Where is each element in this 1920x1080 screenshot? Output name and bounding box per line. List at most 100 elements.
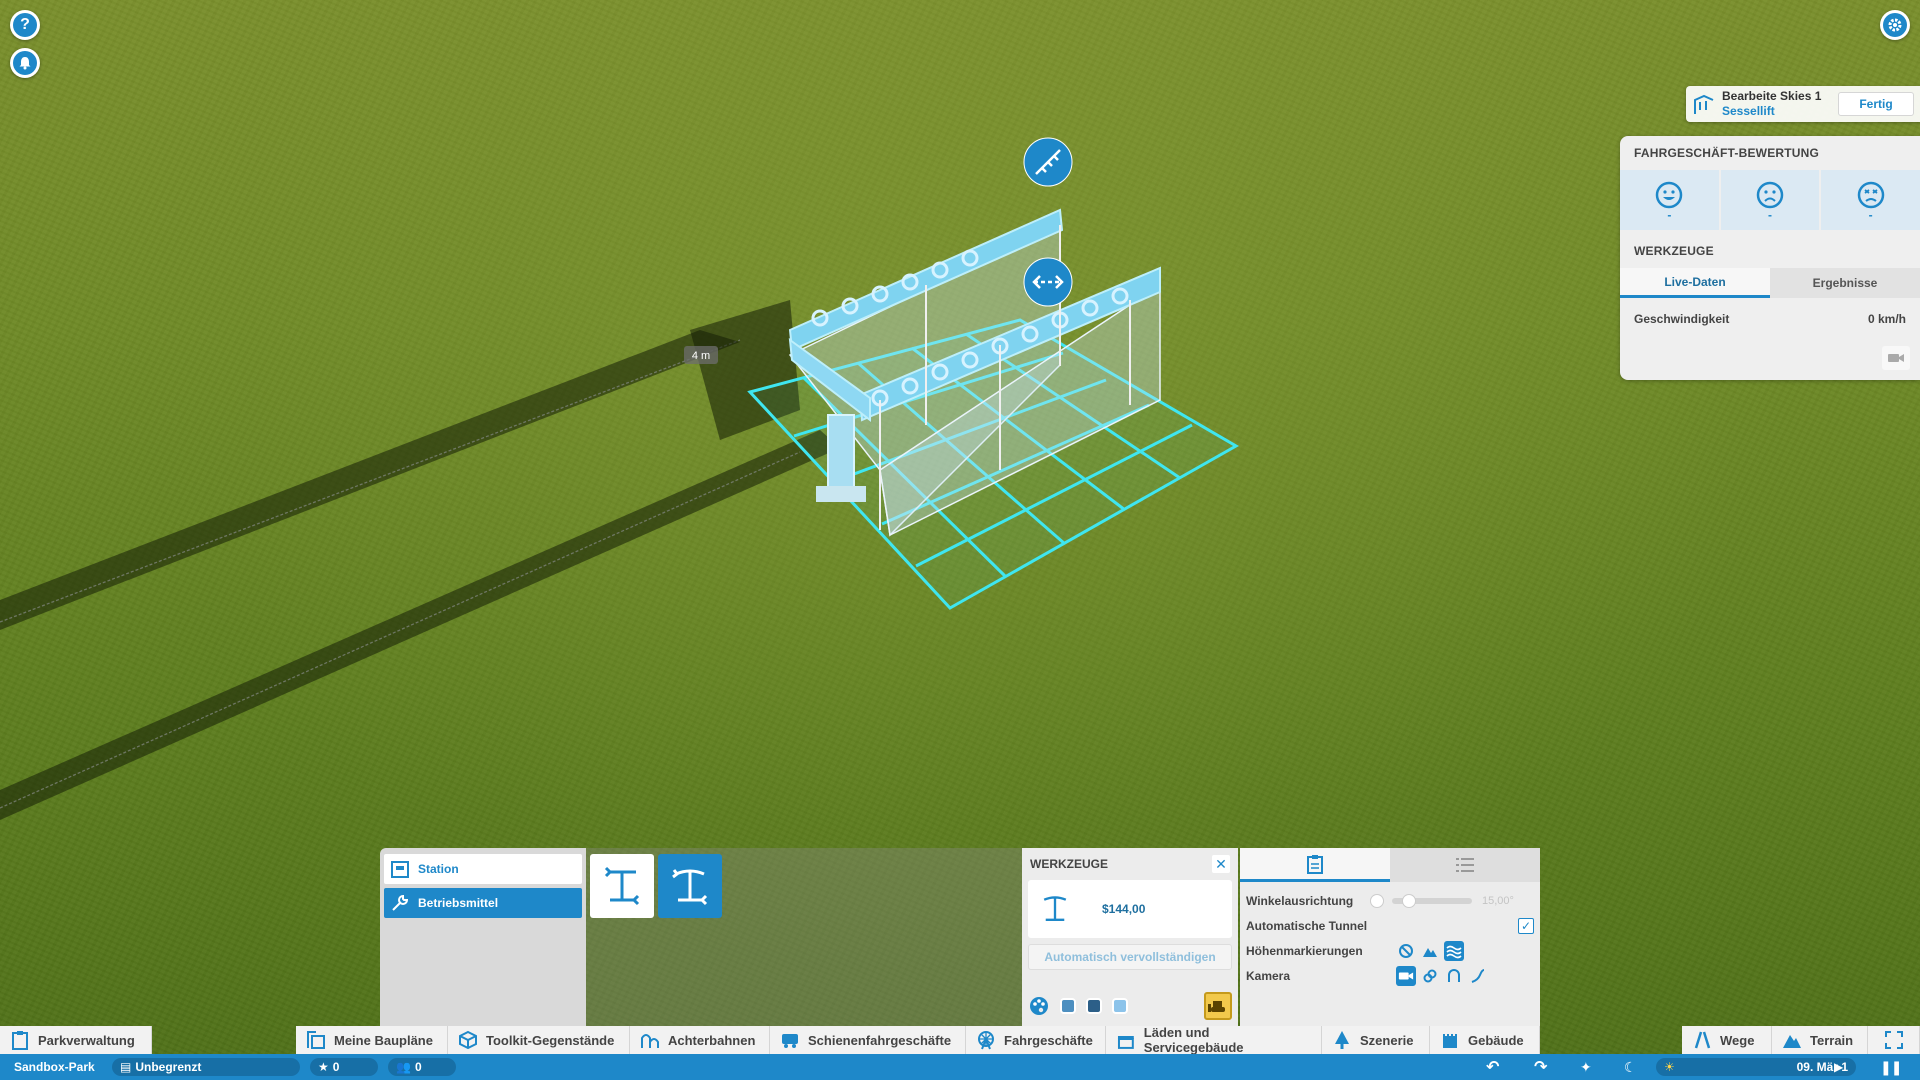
redo-icon[interactable]: ↷ <box>1534 1054 1547 1080</box>
guest-count-display[interactable]: 👥 0 <box>388 1058 456 1076</box>
autocomplete-button[interactable]: Automatisch vervollständigen <box>1028 944 1232 970</box>
sun-icon: ☀ <box>1664 1060 1675 1074</box>
done-button[interactable]: Fertig <box>1838 92 1914 116</box>
bulldozer-icon <box>1208 1001 1225 1012</box>
edit-ride-box: Bearbeite Skies 1 Sessellift Fertig <box>1686 86 1920 122</box>
money-display[interactable]: ▤ Unbegrenzt <box>112 1058 300 1076</box>
bulldozer-button[interactable] <box>1204 992 1232 1020</box>
park-rating-display[interactable]: ★ 0 <box>310 1058 378 1076</box>
clipboard-icon <box>12 1031 28 1050</box>
ride-camera-button[interactable] <box>1882 346 1910 370</box>
auto-tunnel-checkbox[interactable]: ✓ <box>1518 917 1534 934</box>
sparkle-icon[interactable]: ✦ <box>1580 1054 1592 1080</box>
nav-rides[interactable]: Fahrgeschäfte <box>966 1026 1106 1054</box>
tree-icon <box>1335 1031 1349 1049</box>
move-handle[interactable] <box>1023 257 1073 307</box>
undo-icon[interactable]: ↶ <box>1486 1054 1499 1080</box>
camera-track-button[interactable] <box>1468 966 1488 986</box>
play-icon[interactable]: ▶ <box>1834 1054 1843 1080</box>
nav-terrain[interactable]: Terrain <box>1772 1026 1868 1054</box>
tab-list[interactable] <box>1390 848 1540 882</box>
nav-coasters[interactable]: Achterbahnen <box>630 1026 770 1054</box>
height-markers-terrain-button[interactable] <box>1420 941 1440 961</box>
loop-icon <box>1448 968 1460 982</box>
wrench-icon <box>392 894 409 911</box>
angle-label: Winkelausrichtung <box>1246 893 1354 908</box>
pylon-curved-icon <box>672 869 708 906</box>
piece-pylon-straight[interactable] <box>590 854 654 918</box>
piece-price-card[interactable]: $144,00 <box>1028 880 1232 938</box>
edit-ride-subtitle: Sessellift <box>1722 104 1775 118</box>
ride-rating-panel: FAHRGESCHÄFT-BEWERTUNG - - - WERKZEUGE L… <box>1620 136 1920 380</box>
edit-ride-title: Bearbeite Skies 1 <box>1722 89 1822 103</box>
build-item-equipment[interactable]: Betriebsmittel <box>384 888 582 918</box>
palette-icon[interactable] <box>1028 995 1050 1017</box>
auto-tunnel-label: Automatische Tunnel <box>1246 918 1368 933</box>
nav-shops[interactable]: Läden und Servicegebäude <box>1106 1025 1322 1055</box>
help-icon: ? <box>13 13 37 37</box>
piece-price: $144,00 <box>1102 902 1146 916</box>
nav-paths[interactable]: Wege <box>1682 1026 1772 1054</box>
lift-shadows <box>0 300 840 820</box>
bottom-nav: Parkverwaltung Meine Baupläne Toolkit-Ge… <box>0 1025 1920 1055</box>
bell-icon <box>13 51 37 75</box>
close-icon: ✕ <box>1215 855 1227 872</box>
height-markers-water-button[interactable] <box>1444 940 1464 961</box>
nav-blueprints[interactable]: Meine Baupläne <box>296 1026 448 1054</box>
day-night-icon[interactable]: ☾ <box>1624 1054 1637 1080</box>
angle-slider[interactable] <box>1392 893 1472 908</box>
help-button[interactable]: ? <box>10 10 40 40</box>
piece-pylon-curved[interactable] <box>658 854 722 918</box>
pause-icon[interactable]: ❚❚ <box>1880 1054 1902 1080</box>
distance-label: 4 m <box>684 346 718 364</box>
piece-selector <box>586 848 1022 1026</box>
excitement-rating[interactable]: - <box>1620 170 1719 230</box>
video-camera-icon <box>1888 354 1904 362</box>
color-swatch-1[interactable] <box>1060 998 1076 1014</box>
no-sign-icon <box>1399 943 1413 958</box>
chairlift-icon <box>1694 94 1714 114</box>
nav-buildings[interactable]: Gebäude <box>1430 1026 1540 1054</box>
color-swatch-2[interactable] <box>1086 998 1102 1014</box>
track-icon <box>1471 968 1485 983</box>
angle-toggle[interactable] <box>1370 893 1384 908</box>
sick-face-icon <box>1857 181 1884 209</box>
options-panel: Winkelausrichtung 15,00° Automatische Tu… <box>1240 848 1540 1026</box>
color-swatch-3[interactable] <box>1112 998 1128 1014</box>
speed-label: Geschwindigkeit <box>1634 312 1730 326</box>
nav-track-rides[interactable]: Schienenfahrgeschäfte <box>770 1026 966 1054</box>
nav-toolkit[interactable]: Toolkit-Gegenstände <box>448 1026 630 1054</box>
height-markers-off-button[interactable] <box>1396 941 1416 961</box>
mountain-icon <box>1423 947 1437 957</box>
notifications-button[interactable] <box>10 48 40 78</box>
camera-label: Kamera <box>1246 968 1291 983</box>
tab-results[interactable]: Ergebnisse <box>1770 268 1920 298</box>
scale-handle[interactable] <box>1023 137 1073 187</box>
nausea-rating[interactable]: - <box>1821 170 1920 230</box>
coaster-icon <box>641 1034 659 1048</box>
ferris-wheel-icon <box>978 1031 994 1050</box>
neutral-face-icon <box>1756 181 1784 209</box>
status-bar: Sandbox-Park ▤ Unbegrenzt ★ 0 👥 0 ↶ ↷ ✦ … <box>0 1054 1920 1080</box>
build-item-station[interactable]: Station <box>384 854 582 884</box>
speed-value: 0 km/h <box>1867 312 1906 326</box>
nav-select-area[interactable] <box>1868 1026 1920 1054</box>
settings-button[interactable] <box>1880 10 1910 40</box>
date-display[interactable]: ☀ 09. Mär 1 <box>1656 1058 1856 1076</box>
svg-text:4 m: 4 m <box>692 350 710 362</box>
camera-loop-button[interactable] <box>1444 966 1464 986</box>
height-markers-label: Höhenmarkierungen <box>1246 943 1363 958</box>
close-button[interactable]: ✕ <box>1212 855 1230 873</box>
train-icon <box>782 1034 798 1048</box>
intensity-rating[interactable]: - <box>1720 170 1820 230</box>
pylon-icon <box>1043 896 1067 921</box>
tab-live-data[interactable]: Live-Daten <box>1620 268 1770 298</box>
list-icon <box>1456 858 1474 872</box>
camera-follow-button[interactable] <box>1420 966 1440 986</box>
nav-park-management[interactable]: Parkverwaltung <box>0 1026 152 1054</box>
ride-viewport[interactable]: 4 m <box>0 0 1920 840</box>
nav-scenery[interactable]: Szenerie <box>1322 1026 1430 1054</box>
tab-clipboard[interactable] <box>1240 848 1390 882</box>
camera-free-button[interactable] <box>1396 965 1416 986</box>
link-icon <box>1423 969 1437 982</box>
